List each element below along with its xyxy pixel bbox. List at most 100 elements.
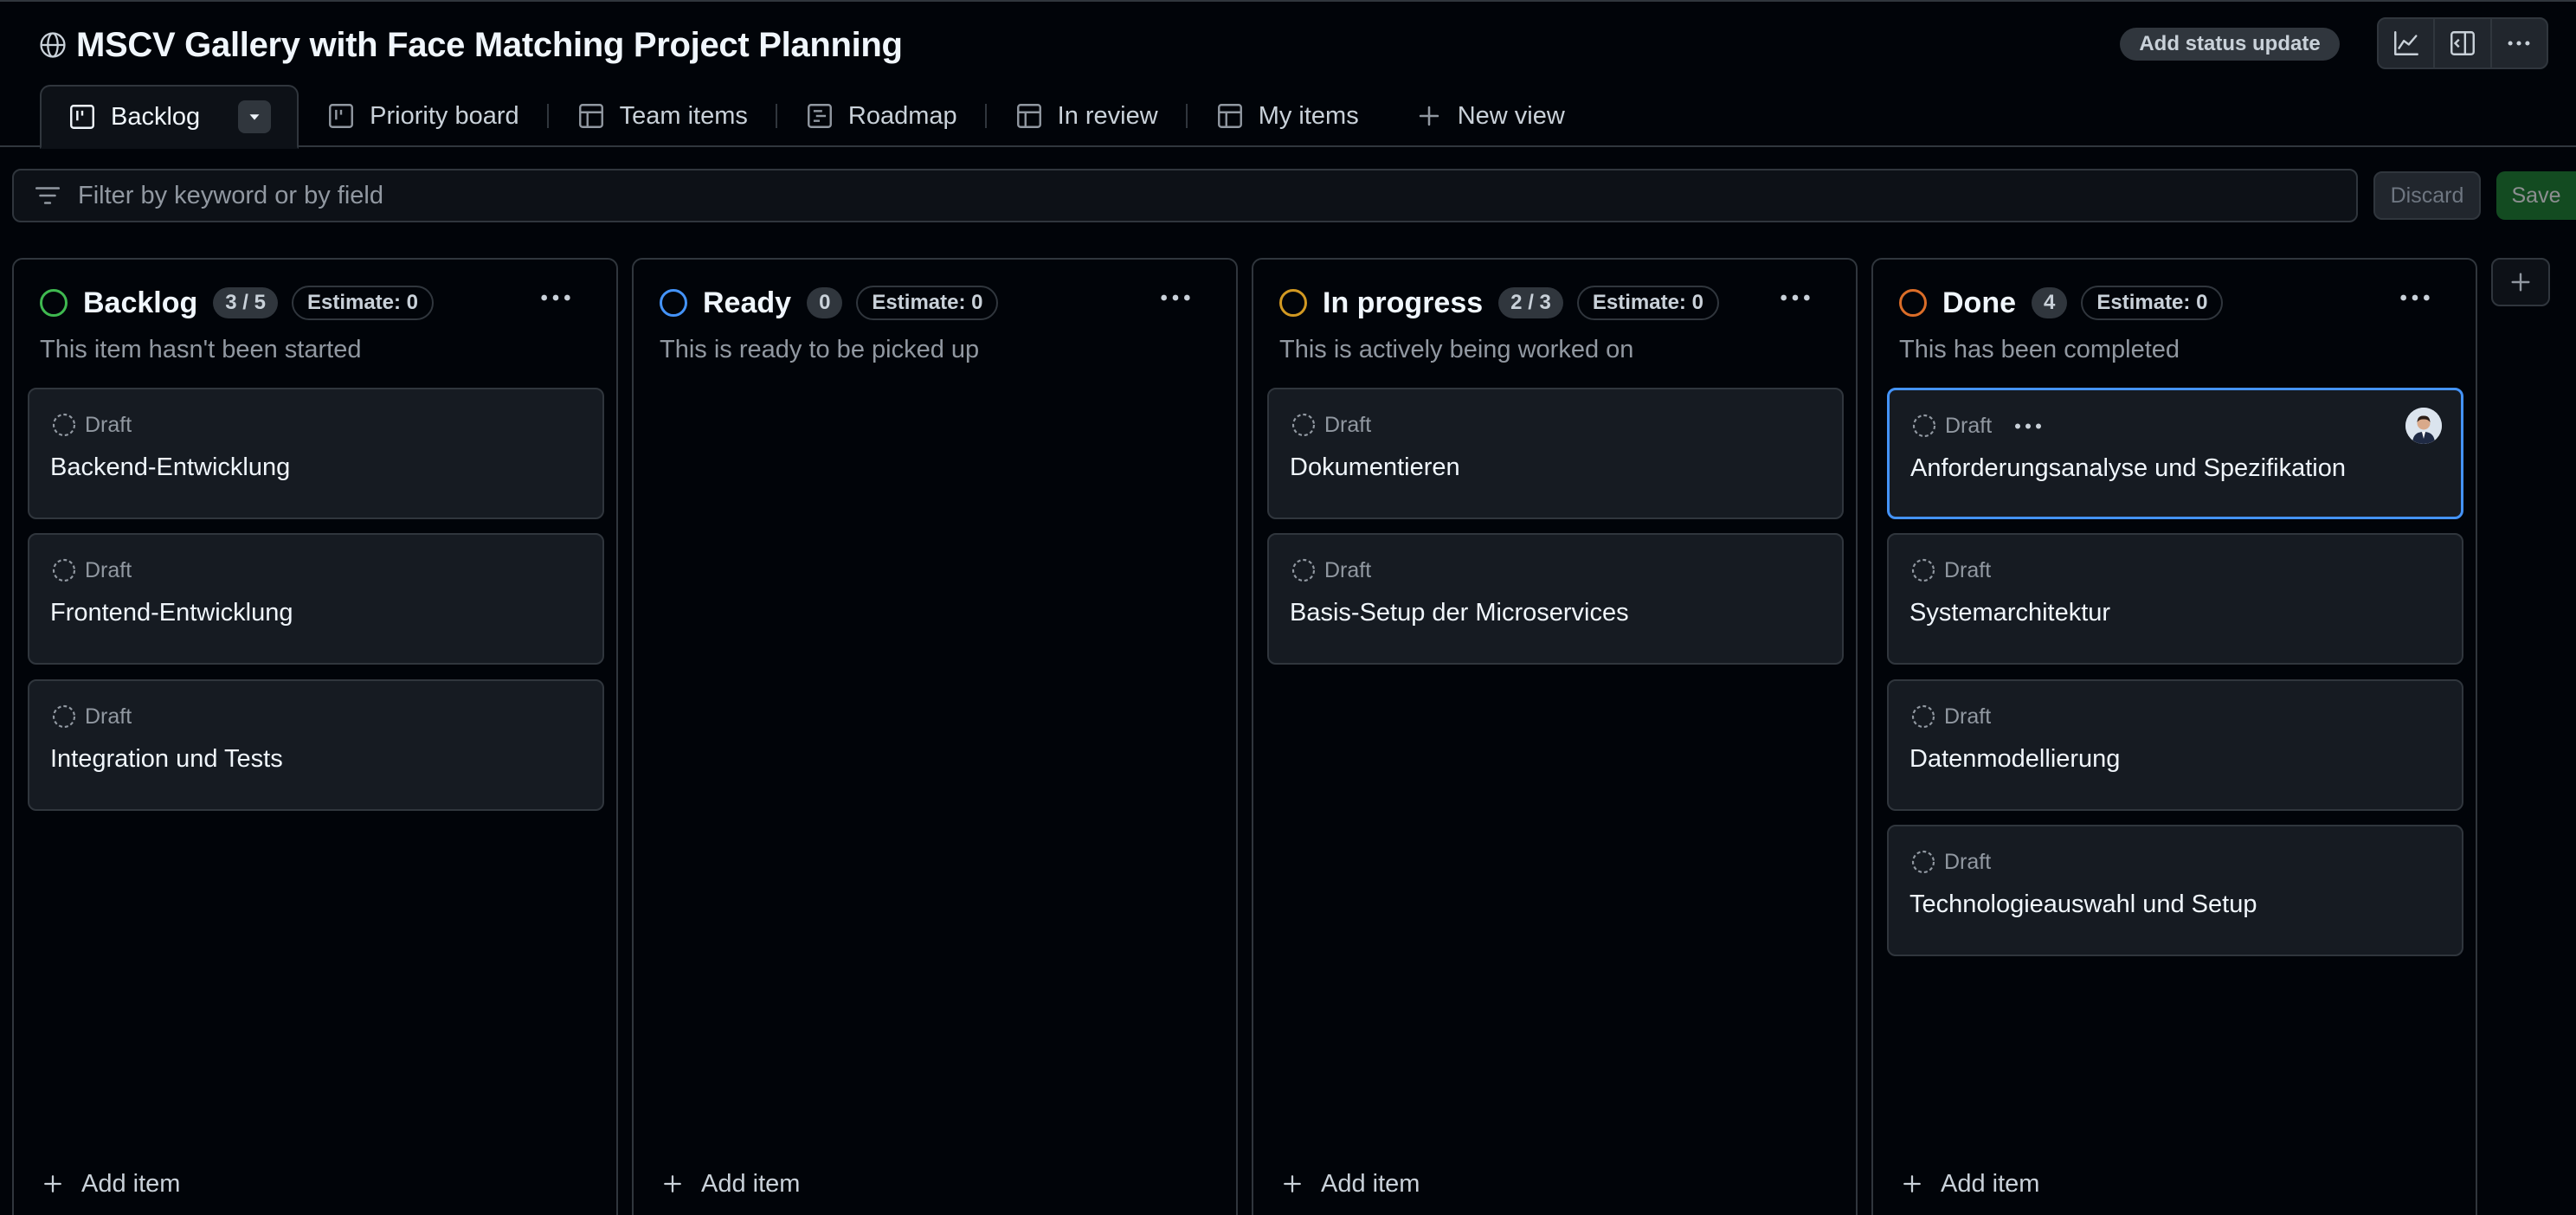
status-circle-icon [660, 289, 687, 317]
tab-label: Backlog [111, 102, 201, 131]
add-item-button[interactable]: Add item [40, 1167, 180, 1201]
card-title[interactable]: Integration und Tests [50, 745, 283, 774]
insights-button[interactable] [2379, 19, 2433, 68]
tab-label: Roadmap [847, 101, 957, 130]
tab-backlog[interactable]: Backlog [40, 85, 299, 149]
page-title: MSCV Gallery with Face Matching Project … [76, 25, 903, 64]
column-title: Backlog [83, 286, 198, 319]
column-title: Ready [703, 286, 792, 319]
card-menu-icon[interactable] [2012, 420, 2044, 432]
project-menu-button[interactable] [2489, 19, 2547, 68]
tab-roadmap[interactable]: Roadmap [777, 85, 985, 147]
column-description: This is actively being worked on [1279, 336, 1634, 363]
card-title[interactable]: Anforderungsanalyse und Spezifikation [1910, 454, 2346, 483]
add-item-label: Add item [701, 1169, 801, 1198]
board-card[interactable]: Draft Dokumentieren [1267, 388, 1844, 519]
tab-team-items[interactable]: Team items [549, 85, 776, 147]
filter-icon [33, 181, 62, 210]
tab-my-items[interactable]: My items [1188, 85, 1387, 147]
board-card[interactable]: Draft Integration und Tests [28, 679, 604, 811]
card-status: Draft [1945, 413, 1993, 438]
column-header: Done 4 Estimate: 0 [1899, 286, 2224, 320]
column-backlog: Backlog 3 / 5 Estimate: 0 This item hasn… [12, 258, 618, 1215]
tab-options-button[interactable] [238, 100, 272, 133]
card-status: Draft [1324, 557, 1372, 582]
save-button[interactable]: Save [2496, 171, 2576, 220]
board-card[interactable]: Draft Technologieauswahl und Setup [1887, 825, 2463, 956]
column-header: Backlog 3 / 5 Estimate: 0 [40, 286, 435, 320]
board-card[interactable]: Draft Systemarchitektur [1887, 533, 2463, 665]
card-title[interactable]: Technologieauswahl und Setup [1909, 890, 2257, 919]
plus-icon [1279, 1171, 1305, 1197]
column-done: Done 4 Estimate: 0 This has been complet… [1871, 258, 2477, 1215]
side-panel-button[interactable] [2433, 19, 2489, 68]
board-card[interactable]: Draft Basis-Setup der Microservices [1267, 533, 1844, 665]
column-menu-icon[interactable] [1778, 289, 1813, 306]
estimate-badge: Estimate: 0 [291, 286, 435, 320]
title-row: MSCV Gallery with Face Matching Project … [38, 24, 903, 66]
column-menu-icon[interactable] [2398, 289, 2432, 306]
column-description: This is ready to be picked up [660, 336, 980, 363]
card-status: Draft [1944, 557, 1992, 582]
filter-input[interactable] [78, 181, 2242, 210]
column-title: Done [1942, 286, 2016, 319]
draft-icon [1909, 703, 1937, 730]
add-column-button[interactable] [2491, 258, 2550, 306]
column-in-progress: In progress 2 / 3 Estimate: 0 This is ac… [1252, 258, 1858, 1215]
card-meta: Draft [1290, 556, 1371, 585]
add-status-update-button[interactable]: Add status update [2120, 28, 2340, 61]
item-count-badge: 2 / 3 [1498, 287, 1563, 318]
card-title[interactable]: Frontend-Entwicklung [50, 599, 293, 627]
tab-priority-board[interactable]: Priority board [299, 85, 546, 147]
tab-in-review[interactable]: In review [987, 85, 1186, 147]
draft-icon [1909, 556, 1937, 584]
plus-icon [660, 1171, 686, 1197]
card-status: Draft [1944, 849, 1992, 874]
roadmap-icon [805, 101, 834, 131]
add-item-button[interactable]: Add item [1279, 1167, 1420, 1201]
discard-button[interactable]: Discard [2373, 171, 2481, 220]
board-card[interactable]: Draft Frontend-Entwicklung [28, 533, 604, 665]
kebab-menu-icon [2504, 29, 2534, 58]
draft-icon [50, 556, 78, 584]
add-item-label: Add item [81, 1169, 181, 1198]
card-meta: Draft [1909, 556, 1991, 585]
card-meta: Draft [1910, 411, 2044, 440]
triangle-down-icon [245, 107, 264, 126]
card-title[interactable]: Dokumentieren [1290, 453, 1460, 482]
column-menu-icon[interactable] [1158, 289, 1193, 306]
insights-icon [2392, 29, 2421, 58]
draft-icon [50, 411, 78, 439]
card-title[interactable]: Datenmodellierung [1909, 745, 2120, 774]
column-menu-icon[interactable] [538, 289, 573, 306]
new-view-button[interactable]: New view [1387, 85, 1593, 147]
tab-label: My items [1258, 101, 1359, 130]
board-card[interactable]: Draft Backend-Entwicklung [28, 388, 604, 519]
column-ready: Ready 0 Estimate: 0 This is ready to be … [632, 258, 1238, 1215]
column-header: Ready 0 Estimate: 0 [660, 286, 999, 320]
assignee-avatar[interactable] [2405, 408, 2442, 444]
add-item-button[interactable]: Add item [660, 1167, 800, 1201]
view-tabs: Backlog Priority board Team items Roadma… [40, 85, 1593, 149]
card-meta: Draft [1290, 410, 1371, 440]
estimate-badge: Estimate: 0 [2081, 286, 2224, 320]
card-title[interactable]: Backend-Entwicklung [50, 453, 290, 482]
draft-icon [1909, 848, 1937, 876]
column-header: In progress 2 / 3 Estimate: 0 [1279, 286, 1719, 320]
table-icon [576, 101, 606, 131]
status-circle-icon [1899, 289, 1927, 317]
board-icon [326, 101, 356, 131]
add-item-button[interactable]: Add item [1899, 1167, 2039, 1201]
estimate-badge: Estimate: 0 [856, 286, 999, 320]
add-item-label: Add item [1321, 1169, 1420, 1198]
card-title[interactable]: Systemarchitektur [1909, 599, 2110, 627]
board-card[interactable]: Draft Anforderungsanalyse und Spezifikat… [1887, 388, 2463, 519]
table-icon [1215, 101, 1245, 131]
plus-icon [2507, 268, 2534, 296]
table-icon [1014, 101, 1044, 131]
card-meta: Draft [50, 556, 132, 585]
card-title[interactable]: Basis-Setup der Microservices [1290, 599, 1629, 627]
project-header: MSCV Gallery with Face Matching Project … [0, 0, 2576, 149]
column-title: In progress [1323, 286, 1484, 319]
board-card[interactable]: Draft Datenmodellierung [1887, 679, 2463, 811]
